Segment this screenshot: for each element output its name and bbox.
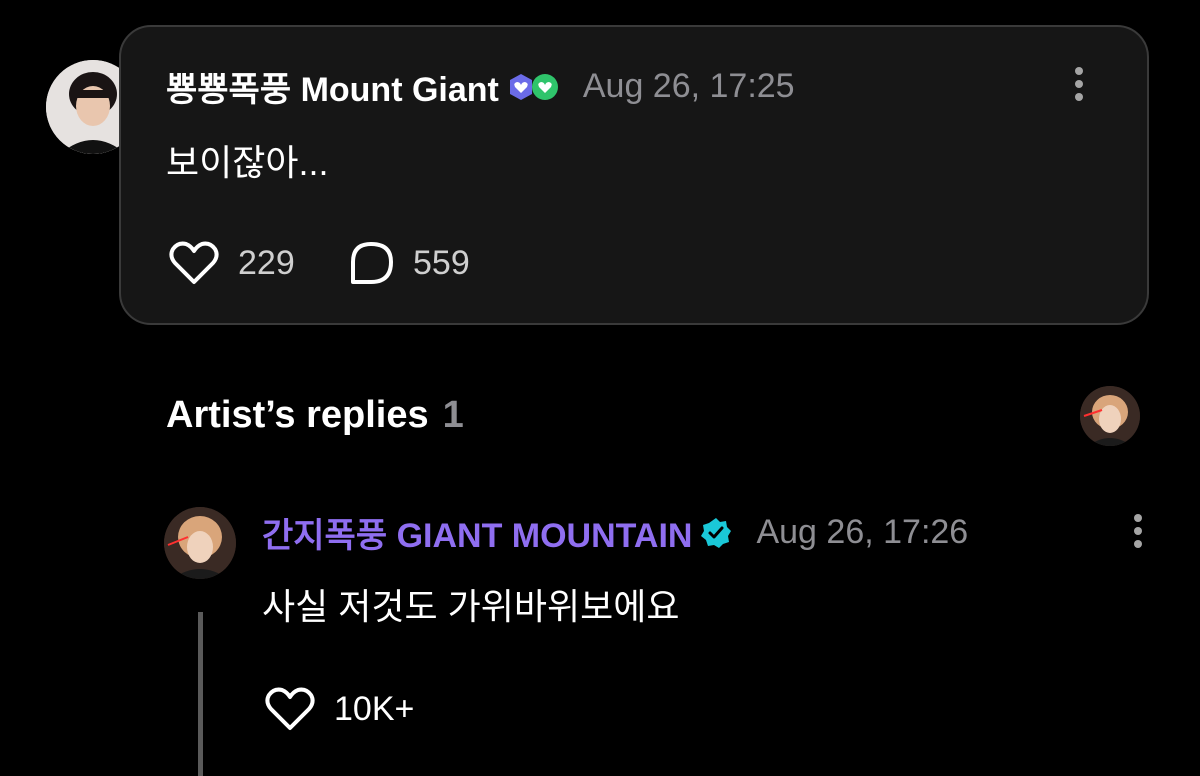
reply-like-count: 10K+ <box>334 689 415 728</box>
artist-avatar[interactable] <box>164 507 236 579</box>
thread-line <box>198 612 203 776</box>
post-comment-button[interactable]: 559 <box>347 240 470 286</box>
post-header: 뿅뿅폭풍 Mount Giant Aug 26, 17:25 <box>166 62 795 111</box>
reply-text: 사실 저것도 가위바위보에요 <box>262 586 680 627</box>
artist-replies-heading: Artist’s replies 1 <box>166 394 464 437</box>
post-more-options-icon[interactable] <box>1074 67 1084 106</box>
post-text: 보이잖아... <box>166 142 329 183</box>
heart-icon <box>265 687 315 730</box>
reply-header: 간지폭풍 GIANT MOUNTAIN Aug 26, 17:26 <box>262 508 968 557</box>
reply-more-options-icon[interactable] <box>1133 514 1143 553</box>
reply-timestamp: Aug 26, 17:26 <box>756 513 969 551</box>
heart-badge-green-icon <box>531 73 559 101</box>
reply-like-button[interactable]: 10K+ <box>264 686 414 732</box>
post-timestamp: Aug 26, 17:25 <box>582 67 795 105</box>
artist-avatar-small[interactable] <box>1080 386 1140 446</box>
verified-icon <box>700 517 732 549</box>
artist-replies-title: Artist’s replies <box>166 394 429 436</box>
post-like-count: 229 <box>238 243 295 282</box>
post-comment-count: 559 <box>413 243 470 282</box>
comment-bubble-icon <box>351 242 393 284</box>
post-like-button[interactable]: 229 <box>168 240 295 286</box>
artist-replies-count: 1 <box>442 394 464 436</box>
reply-author-name[interactable]: 간지폭풍 GIANT MOUNTAIN <box>262 508 692 557</box>
post-author-name[interactable]: 뿅뿅폭풍 Mount Giant <box>166 62 499 111</box>
heart-icon <box>169 241 219 284</box>
